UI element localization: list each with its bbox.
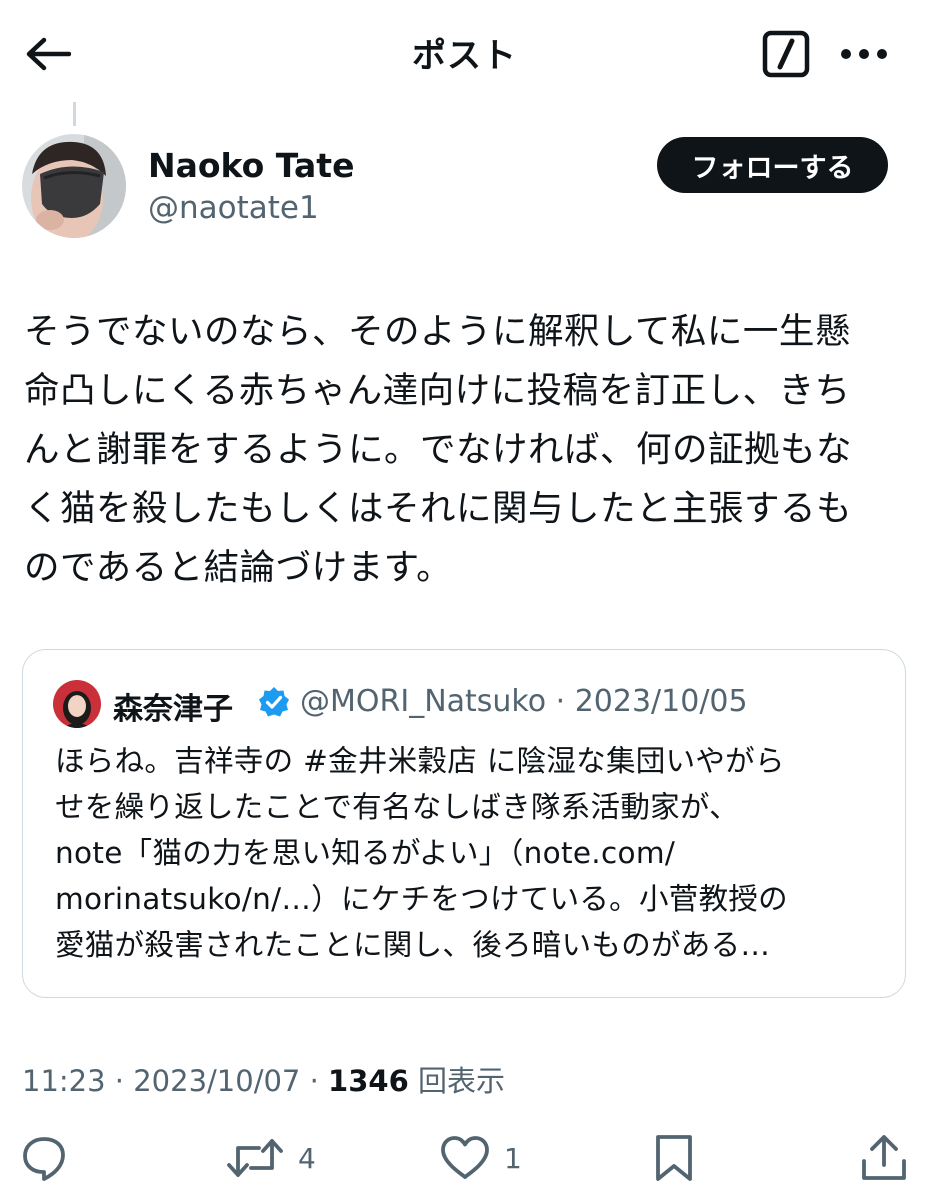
quote-line: morinatsuko/n/…）にケチをつけている。小菅教授の [55, 882, 788, 916]
bookmark-icon [656, 1135, 692, 1181]
like-count: 1 [504, 1141, 522, 1175]
quote-line: ほらね。吉祥寺の #金井米穀店 に陰湿な集団いやがら [55, 744, 785, 778]
share-button[interactable] [860, 1130, 908, 1186]
grok-button[interactable] [760, 28, 812, 80]
author-handle[interactable]: @naotate1 [148, 190, 319, 226]
bookmark-button[interactable] [654, 1130, 694, 1186]
quoted-tweet-card[interactable]: 森奈津子 @MORI_Natsuko · 2023/10/05 ほらね。吉祥寺の… [22, 649, 906, 998]
retweet-count: 4 [298, 1141, 316, 1175]
tweet-line: のであると結論づけます。 [24, 547, 453, 588]
tweet-line: く猫を殺したもしくはそれに関与したと主張するも [24, 488, 853, 529]
retweet-button[interactable]: 4 [226, 1130, 316, 1186]
grok-icon [762, 30, 810, 78]
verified-badge-icon [259, 687, 289, 717]
tweet-text: そうでないのなら、そのように解釈して私に一生懸 命凸しにくる赤ちゃん達向けに投稿… [24, 302, 908, 597]
quote-text: ほらね。吉祥寺の #金井米穀店 に陰湿な集団いやがら せを繰り返したことで有名な… [55, 738, 885, 968]
thread-connector [73, 102, 76, 126]
heart-icon [441, 1136, 489, 1179]
top-bar: ポスト [0, 0, 929, 104]
tweet-meta: 11:23 · 2023/10/07 · 1346 回表示 [22, 1058, 505, 1100]
more-button[interactable] [836, 28, 892, 80]
quote-avatar [53, 680, 101, 728]
tweet-timestamp[interactable]: 11:23 · 2023/10/07 · [22, 1064, 328, 1098]
like-button[interactable]: 1 [440, 1130, 522, 1186]
quote-line: note「猫の力を思い知るがよい」（note.com/ [55, 836, 676, 870]
quote-line: せを繰り返したことで有名なしばき隊系活動家が、 [55, 790, 739, 824]
avatar[interactable] [22, 134, 126, 238]
reply-button[interactable] [20, 1130, 68, 1186]
follow-button[interactable]: フォローする [657, 137, 888, 193]
tweet-line: そうでないのなら、そのように解釈して私に一生懸 [24, 311, 851, 352]
reply-icon [23, 1137, 65, 1181]
tweet-line: 命凸しにくる赤ちゃん達向けに投稿を訂正し、きち [24, 370, 851, 411]
views-label: 回表示 [408, 1064, 505, 1098]
quote-handle-date: @MORI_Natsuko · 2023/10/05 [300, 684, 748, 719]
author-name[interactable]: Naoko Tate [148, 146, 354, 185]
tweet-line: んと謝罪をするように。でなければ、何の証拠もな [24, 429, 853, 470]
retweet-icon [227, 1139, 283, 1177]
view-count: 1346 [328, 1064, 409, 1098]
share-icon [862, 1135, 906, 1180]
quote-line: 愛猫が殺害されたことに関し、後ろ暗いものがある… [55, 928, 771, 962]
quote-author-name: 森奈津子 [113, 692, 233, 727]
more-icon [841, 49, 887, 59]
